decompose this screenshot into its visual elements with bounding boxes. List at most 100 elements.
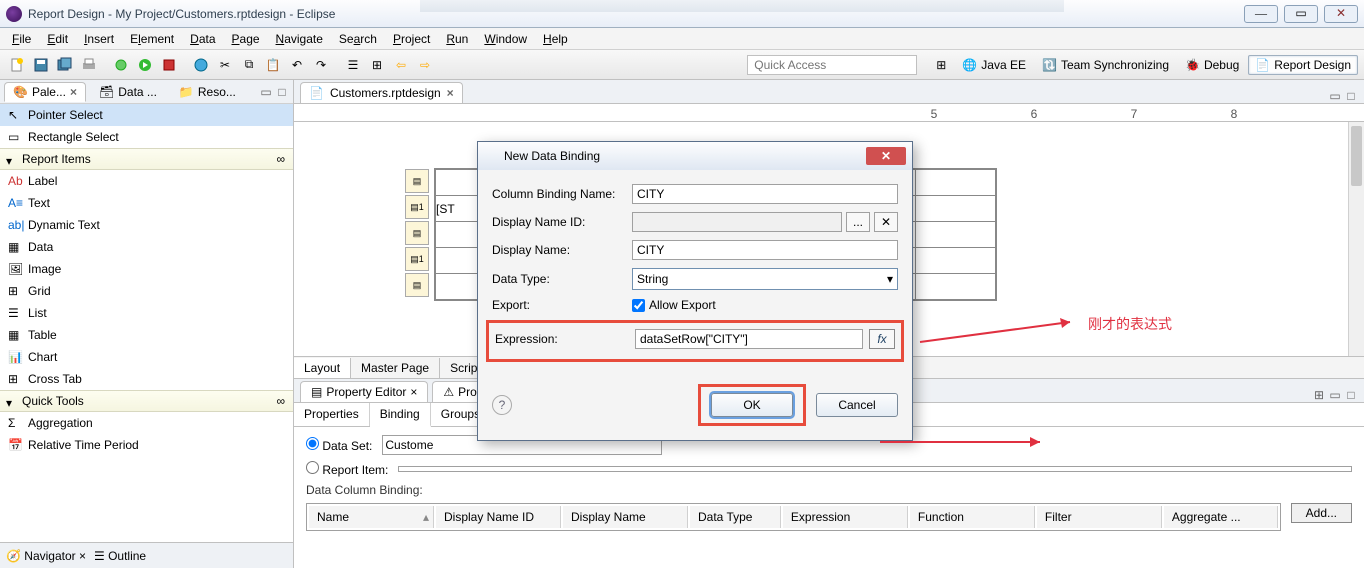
menu-project[interactable]: Project bbox=[385, 30, 438, 48]
palette-pointer-select[interactable]: ↖Pointer Select bbox=[0, 104, 293, 126]
column-binding-name-input[interactable] bbox=[632, 184, 898, 204]
data-set-radio[interactable]: Data Set: bbox=[306, 437, 372, 453]
perspective-debug[interactable]: 🐞Debug bbox=[1178, 55, 1246, 75]
maximize-view-icon[interactable]: □ bbox=[275, 85, 289, 99]
row-icon-2[interactable]: ▤ bbox=[405, 273, 429, 297]
save-button[interactable] bbox=[30, 54, 52, 76]
new-button[interactable] bbox=[6, 54, 28, 76]
editor-tab-customers[interactable]: 📄Customers.rptdesign× bbox=[300, 82, 463, 103]
add-binding-button[interactable]: Add... bbox=[1291, 503, 1352, 523]
back-button[interactable]: ⇦ bbox=[390, 54, 412, 76]
display-name-input[interactable] bbox=[632, 240, 898, 260]
cancel-button[interactable]: Cancel bbox=[816, 393, 898, 417]
palette-relative-time[interactable]: 📅Relative Time Period bbox=[0, 434, 293, 456]
maximize-button[interactable]: ▭ bbox=[1284, 5, 1318, 23]
subtab-properties[interactable]: Properties bbox=[294, 403, 370, 426]
palette-chart[interactable]: 📊Chart bbox=[0, 346, 293, 368]
perspective-report-design[interactable]: 📄Report Design bbox=[1248, 55, 1358, 75]
menu-insert[interactable]: Insert bbox=[76, 30, 122, 48]
detail-row-icon[interactable]: ▤1 bbox=[405, 195, 429, 219]
undo-button[interactable]: ↶ bbox=[286, 54, 308, 76]
row-icon[interactable]: ▤ bbox=[405, 221, 429, 245]
header-row-icon[interactable]: ▤ bbox=[405, 169, 429, 193]
menu-page[interactable]: Page bbox=[224, 30, 268, 48]
print-button[interactable] bbox=[78, 54, 100, 76]
minimize-props-icon[interactable]: ▭ bbox=[1328, 388, 1342, 402]
dialog-close-button[interactable]: ✕ bbox=[866, 147, 906, 165]
maximize-editor-icon[interactable]: □ bbox=[1344, 89, 1358, 103]
palette-dynamic-text[interactable]: ab|Dynamic Text bbox=[0, 214, 293, 236]
close-icon[interactable]: × bbox=[70, 85, 77, 99]
perspective-javaee[interactable]: 🌐Java EE bbox=[955, 55, 1033, 75]
palette-crosstab[interactable]: ⊞Cross Tab bbox=[0, 368, 293, 390]
toggle-button-1[interactable]: ☰ bbox=[342, 54, 364, 76]
palette-image[interactable]: 🖼Image bbox=[0, 258, 293, 280]
tab-outline[interactable]: ☰ Outline bbox=[94, 549, 146, 563]
palette-section-report-items[interactable]: ▾Report Items∞ bbox=[0, 148, 293, 170]
forward-button[interactable]: ⇨ bbox=[414, 54, 436, 76]
globe-button[interactable] bbox=[190, 54, 212, 76]
paste-button[interactable]: 📋 bbox=[262, 54, 284, 76]
menu-navigate[interactable]: Navigate bbox=[268, 30, 331, 48]
menu-help[interactable]: Help bbox=[535, 30, 576, 48]
report-item-select[interactable] bbox=[398, 466, 1352, 472]
expression-input[interactable] bbox=[635, 329, 863, 349]
redo-button[interactable]: ↷ bbox=[310, 54, 332, 76]
menu-element[interactable]: Element bbox=[122, 30, 182, 48]
col-filter[interactable]: Filter bbox=[1037, 506, 1162, 528]
save-all-button[interactable] bbox=[54, 54, 76, 76]
palette-label[interactable]: AbLabel bbox=[0, 170, 293, 192]
binding-table[interactable]: Name ▴ Display Name ID Display Name Data… bbox=[306, 503, 1281, 531]
minimize-view-icon[interactable]: ▭ bbox=[259, 85, 273, 99]
page-tab-master[interactable]: Master Page bbox=[351, 358, 440, 378]
footer-row-icon[interactable]: ▤1 bbox=[405, 247, 429, 271]
col-display-name[interactable]: Display Name bbox=[563, 506, 688, 528]
close-icon[interactable]: × bbox=[447, 86, 454, 100]
tab-property-editor[interactable]: ▤ Property Editor × bbox=[300, 381, 428, 402]
minimize-editor-icon[interactable]: ▭ bbox=[1328, 89, 1342, 103]
help-button[interactable]: ? bbox=[492, 395, 512, 415]
cut-button[interactable]: ✂ bbox=[214, 54, 236, 76]
browse-button[interactable]: ... bbox=[846, 212, 870, 232]
menu-window[interactable]: Window bbox=[476, 30, 535, 48]
toggle-button-2[interactable]: ⊞ bbox=[366, 54, 388, 76]
perspective-team[interactable]: 🔃Team Synchronizing bbox=[1035, 55, 1176, 75]
open-perspective-button[interactable]: ⊞ bbox=[929, 55, 953, 75]
palette-table[interactable]: ▦Table bbox=[0, 324, 293, 346]
copy-button[interactable]: ⧉ bbox=[238, 54, 260, 76]
menu-search[interactable]: Search bbox=[331, 30, 385, 48]
allow-export-checkbox[interactable]: Allow Export bbox=[632, 298, 716, 312]
col-name[interactable]: Name ▴ bbox=[309, 506, 434, 528]
tab-data-explorer[interactable]: 🗃Data ... bbox=[90, 82, 166, 102]
subtab-binding[interactable]: Binding bbox=[370, 403, 431, 427]
palette-text[interactable]: A≡Text bbox=[0, 192, 293, 214]
menu-file[interactable]: File bbox=[4, 30, 39, 48]
report-item-radio[interactable]: Report Item: bbox=[306, 461, 388, 477]
menu-run[interactable]: Run bbox=[438, 30, 476, 48]
palette-list[interactable]: ☰List bbox=[0, 302, 293, 324]
minimize-button[interactable]: — bbox=[1244, 5, 1278, 23]
run-button[interactable] bbox=[134, 54, 156, 76]
col-aggregate[interactable]: Aggregate ... bbox=[1164, 506, 1278, 528]
maximize-props-icon[interactable]: □ bbox=[1344, 388, 1358, 402]
tab-palette[interactable]: 🎨Pale...× bbox=[4, 82, 86, 102]
clear-button[interactable]: ✕ bbox=[874, 212, 898, 232]
ok-button[interactable]: OK bbox=[711, 393, 793, 417]
col-function[interactable]: Function bbox=[910, 506, 1035, 528]
tab-resource[interactable]: 📁Reso... bbox=[170, 82, 245, 102]
menu-data[interactable]: Data bbox=[182, 30, 223, 48]
vertical-scrollbar[interactable] bbox=[1348, 122, 1364, 356]
palette-aggregation[interactable]: ΣAggregation bbox=[0, 412, 293, 434]
menu-edit[interactable]: Edit bbox=[39, 30, 76, 48]
dialog-titlebar[interactable]: New Data Binding ✕ bbox=[478, 142, 912, 170]
page-tab-layout[interactable]: Layout bbox=[294, 358, 351, 378]
ext-tools-button[interactable] bbox=[158, 54, 180, 76]
col-expression[interactable]: Expression bbox=[783, 506, 908, 528]
quick-access-input[interactable] bbox=[747, 55, 917, 75]
palette-grid[interactable]: ⊞Grid bbox=[0, 280, 293, 302]
palette-rectangle-select[interactable]: ▭Rectangle Select bbox=[0, 126, 293, 148]
window-close-button[interactable]: ✕ bbox=[1324, 5, 1358, 23]
palette-section-quick-tools[interactable]: ▾Quick Tools∞ bbox=[0, 390, 293, 412]
debug-button[interactable] bbox=[110, 54, 132, 76]
col-type[interactable]: Data Type bbox=[690, 506, 781, 528]
